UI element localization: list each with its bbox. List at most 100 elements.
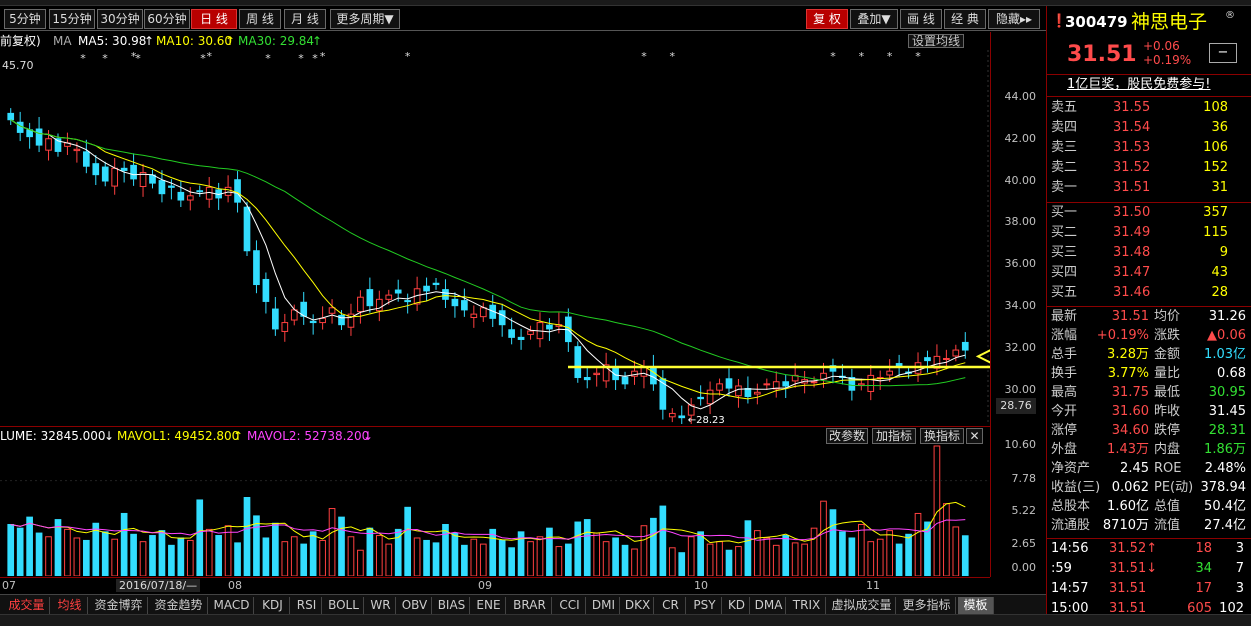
candle[interactable] (442, 289, 449, 300)
candle[interactable] (952, 349, 960, 357)
candle[interactable] (668, 412, 676, 418)
volume-bar[interactable] (810, 527, 818, 576)
volume-bar[interactable] (35, 532, 43, 576)
volume-bar[interactable] (7, 523, 15, 576)
volume-bar[interactable] (725, 549, 733, 576)
candle[interactable] (262, 278, 270, 302)
volume-bar[interactable] (357, 549, 364, 576)
event-marker-icon[interactable]: * (887, 50, 893, 63)
close-icon[interactable]: ✕ (966, 428, 983, 444)
candle[interactable] (177, 191, 185, 201)
candle[interactable] (290, 309, 298, 321)
candle[interactable] (508, 329, 515, 338)
candle[interactable] (640, 366, 648, 377)
volume-bar[interactable] (243, 497, 251, 576)
candle[interactable] (186, 195, 194, 201)
volume-bar[interactable] (64, 528, 71, 576)
candle[interactable] (404, 300, 412, 303)
candle[interactable] (224, 186, 232, 196)
event-marker-icon[interactable]: * (405, 50, 411, 63)
candle[interactable] (857, 383, 865, 386)
volume-bar[interactable] (158, 530, 166, 576)
candle[interactable] (961, 341, 969, 351)
volume-bar[interactable] (546, 527, 553, 576)
candle[interactable] (45, 138, 52, 151)
volume-bar[interactable] (952, 526, 960, 576)
volume-bar[interactable] (300, 543, 308, 576)
tab-more-indicators[interactable]: 更多指标 (898, 597, 956, 614)
candle[interactable] (678, 415, 686, 419)
volume-bar[interactable] (763, 537, 771, 576)
volume-bar[interactable] (139, 541, 147, 576)
period-more-dropdown[interactable]: 更多周期▼ (330, 9, 400, 29)
tab-kd[interactable]: KD (724, 597, 750, 614)
switch-indicator-button[interactable]: 换指标 (920, 428, 964, 444)
volume-bar[interactable] (668, 547, 676, 576)
candle[interactable] (574, 346, 582, 379)
volume-bar[interactable] (583, 519, 591, 576)
volume-bar[interactable] (413, 537, 421, 576)
volume-bar[interactable] (564, 543, 572, 576)
volume-bar[interactable] (461, 544, 468, 576)
volume-bar[interactable] (574, 521, 582, 576)
volume-bar[interactable] (290, 536, 298, 576)
volume-bar[interactable] (215, 535, 222, 576)
tab-virtual-volume[interactable]: 虚拟成交量 (828, 597, 896, 614)
event-marker-icon[interactable]: * (670, 50, 676, 63)
candle[interactable] (366, 289, 374, 307)
candle[interactable] (309, 320, 317, 324)
period-30min[interactable]: 30分钟 (97, 9, 143, 29)
volume-bar[interactable] (120, 512, 128, 576)
volume-bar[interactable] (234, 542, 241, 576)
overlay-dropdown[interactable]: 叠加▼ (850, 9, 898, 29)
event-marker-icon[interactable]: * (265, 52, 271, 65)
candle[interactable] (92, 163, 100, 176)
candle[interactable] (744, 388, 752, 398)
tab-trix[interactable]: TRIX (788, 597, 826, 614)
volume-bar[interactable] (801, 543, 808, 576)
volume-bar[interactable] (498, 539, 506, 576)
volume-bar[interactable] (678, 552, 686, 576)
volume-bar[interactable] (640, 525, 648, 576)
candle[interactable] (546, 324, 553, 330)
volume-bar[interactable] (716, 541, 723, 576)
tab-capital-trend[interactable]: 资金趋势 (150, 597, 208, 614)
candle[interactable] (385, 294, 393, 300)
volume-bar[interactable] (186, 539, 194, 576)
volume-bar[interactable] (338, 516, 345, 576)
period-daily[interactable]: 日 线 (191, 9, 237, 29)
volume-bar[interactable] (272, 522, 279, 576)
candle[interactable] (716, 383, 723, 391)
tab-capital-game[interactable]: 资金博弈 (90, 597, 148, 614)
volume-bar[interactable] (508, 547, 515, 576)
volume-bar[interactable] (26, 516, 33, 576)
tab-psy[interactable]: PSY (688, 597, 722, 614)
candle[interactable] (196, 190, 204, 193)
volume-bar[interactable] (262, 537, 270, 576)
candle[interactable] (432, 282, 440, 286)
candle[interactable] (754, 391, 761, 395)
period-60min[interactable]: 60分钟 (144, 9, 190, 29)
minus-button[interactable]: − (1209, 43, 1237, 63)
candle[interactable] (943, 357, 950, 360)
candle[interactable] (234, 179, 241, 203)
tab-dma[interactable]: DMA (752, 597, 786, 614)
event-marker-icon[interactable]: * (206, 50, 212, 63)
event-marker-icon[interactable]: * (320, 50, 326, 63)
volume-bar[interactable] (602, 541, 610, 576)
candle[interactable] (810, 381, 818, 384)
tab-dmi[interactable]: DMI (588, 597, 620, 614)
candle[interactable] (517, 336, 525, 340)
candle[interactable] (735, 385, 742, 397)
tab-template[interactable]: 模板 (958, 597, 994, 614)
candle[interactable] (886, 370, 894, 376)
candle[interactable] (867, 374, 875, 392)
volume-bar[interactable] (820, 500, 827, 576)
candle[interactable] (7, 112, 15, 121)
candle[interactable] (423, 285, 430, 292)
period-15min[interactable]: 15分钟 (49, 9, 95, 29)
volume-bar[interactable] (612, 537, 619, 576)
candle[interactable] (130, 164, 137, 180)
volume-bar[interactable] (886, 530, 894, 576)
volume-bar[interactable] (943, 503, 950, 576)
